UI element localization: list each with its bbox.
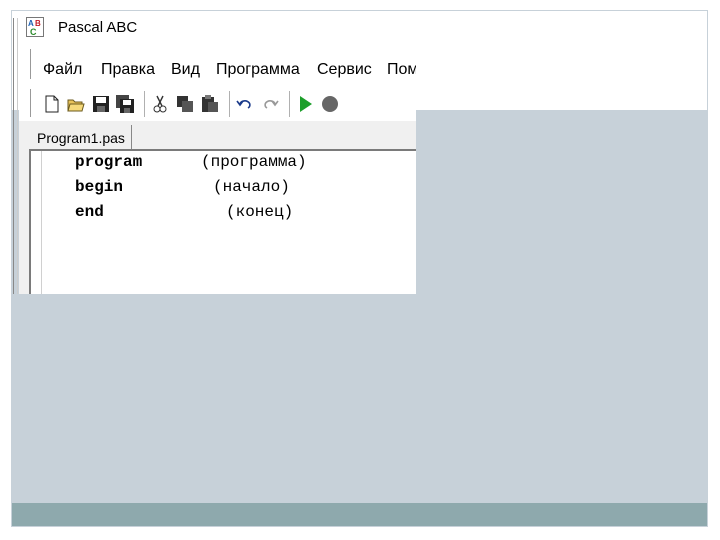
code-keyword: end xyxy=(75,203,104,221)
code-comment: (начало) xyxy=(213,178,290,196)
copy-icon[interactable] xyxy=(176,95,194,113)
menu-program[interactable]: Программа xyxy=(216,61,300,79)
paste-icon[interactable] xyxy=(201,95,219,113)
run-icon[interactable] xyxy=(296,95,314,113)
pascal-abc-window: A B C Pascal ABC Файл Правка Вид Програм… xyxy=(19,13,416,294)
stop-icon[interactable] xyxy=(321,95,339,113)
save-icon[interactable] xyxy=(92,95,110,113)
code-keyword: begin xyxy=(75,178,124,196)
code-keyword: program xyxy=(75,153,143,171)
menu-service[interactable]: Сервис xyxy=(317,61,372,79)
toolbar-separator xyxy=(144,91,145,117)
code-comment: (программа) xyxy=(201,153,307,171)
menu-help[interactable]: Пом xyxy=(387,61,416,79)
window-title: Pascal ABC xyxy=(58,19,138,36)
code-editor[interactable]: program (программа) begin (начало) end (… xyxy=(29,149,416,294)
toolbar-separator xyxy=(289,91,290,117)
menu-file[interactable]: Файл xyxy=(43,61,82,79)
tab-program1[interactable]: Program1.pas xyxy=(31,125,132,151)
svg-text:C: C xyxy=(30,27,37,37)
menu-grip xyxy=(30,49,34,79)
editor-gutter xyxy=(31,151,42,294)
cut-icon[interactable] xyxy=(151,95,169,113)
window-left-border xyxy=(13,18,18,294)
app-icon: A B C xyxy=(26,17,44,37)
slide-footer-bar xyxy=(12,503,707,526)
title-bar: A B C Pascal ABC xyxy=(19,13,416,43)
toolbar-separator xyxy=(229,91,230,117)
code-comment: (конец) xyxy=(226,203,294,221)
toolbar-grip xyxy=(30,89,34,117)
toolbar xyxy=(19,85,416,121)
save-all-icon[interactable] xyxy=(116,95,134,113)
menu-view[interactable]: Вид xyxy=(171,61,200,79)
menu-edit[interactable]: Правка xyxy=(101,61,155,79)
redo-icon[interactable] xyxy=(261,95,279,113)
menu-bar: Файл Правка Вид Программа Сервис Пом xyxy=(19,43,416,85)
open-folder-icon[interactable] xyxy=(67,95,85,113)
new-file-icon[interactable] xyxy=(43,95,61,113)
undo-icon[interactable] xyxy=(236,95,254,113)
